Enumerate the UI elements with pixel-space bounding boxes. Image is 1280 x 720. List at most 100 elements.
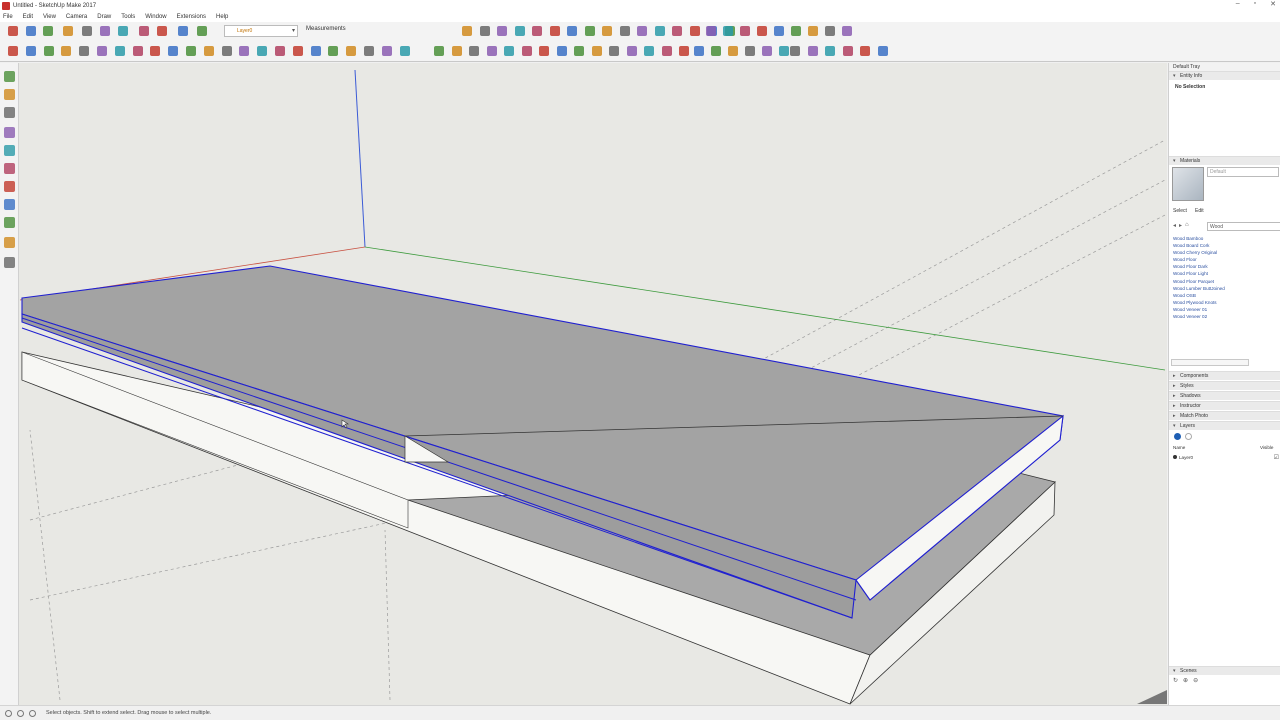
toolbar-tool-icon[interactable]	[100, 26, 110, 36]
toolbar-tool-icon[interactable]	[381, 46, 392, 56]
toolbar-tool-icon[interactable]	[842, 46, 853, 56]
toolbar-tool-icon[interactable]	[275, 46, 285, 56]
forward-icon[interactable]: ▸	[1179, 222, 1182, 230]
toolbar-tool-icon[interactable]	[808, 26, 818, 36]
toolbar-tool-icon[interactable]	[43, 46, 54, 56]
material-item[interactable]: Wood Floor Light	[1173, 270, 1225, 277]
material-item[interactable]: Wood Floor Dark	[1173, 263, 1225, 270]
toolbar-tool-icon[interactable]	[584, 26, 595, 36]
menu-camera[interactable]: Camera	[66, 14, 87, 20]
toolbar-tool-icon[interactable]	[139, 26, 149, 36]
toolbar-tool-icon[interactable]	[221, 46, 232, 56]
material-item[interactable]: Wood Bamboo	[1173, 235, 1225, 242]
toolbar-tool-icon[interactable]	[757, 26, 767, 36]
material-item[interactable]: Wood Lumber ButtJoined	[1173, 285, 1225, 292]
toolbar-tool-icon[interactable]	[791, 26, 801, 36]
toolbar-tool-icon[interactable]	[745, 46, 755, 56]
toolbar-tool-icon[interactable]	[779, 46, 789, 56]
toolbar-tool-icon[interactable]	[521, 46, 532, 56]
toolbar-tool-icon[interactable]	[82, 26, 92, 36]
instructor-header[interactable]: ▸ Instructor	[1169, 401, 1280, 410]
side-tool-icon[interactable]	[4, 237, 15, 248]
toolbar-tool-icon[interactable]	[364, 46, 374, 56]
side-tool-icon[interactable]	[4, 89, 15, 100]
material-item[interactable]: Wood OSB	[1173, 292, 1225, 299]
toolbar-tool-icon[interactable]	[877, 46, 888, 56]
toolbar-tool-icon[interactable]	[689, 26, 700, 36]
toolbar-tool-icon[interactable]	[469, 46, 479, 56]
toolbar-tool-icon[interactable]	[619, 26, 630, 36]
geolocation-icon[interactable]	[5, 709, 12, 717]
toolbar-tool-icon[interactable]	[694, 46, 704, 56]
model-canvas[interactable]	[19, 63, 1167, 705]
toolbar-tool-icon[interactable]	[807, 46, 818, 56]
visible-checkbox-icon[interactable]: ☑	[1274, 454, 1279, 461]
material-item[interactable]: Wood Plywood Knots	[1173, 299, 1225, 306]
toolbar-tool-icon[interactable]	[114, 46, 125, 56]
toolbar-tool-icon[interactable]	[532, 26, 542, 36]
toolbar-tool-icon[interactable]	[150, 46, 161, 56]
toolbar-tool-icon[interactable]	[574, 46, 584, 56]
toolbar-tool-icon[interactable]	[825, 46, 835, 56]
maximize-icon[interactable]: ▫	[1254, 0, 1256, 8]
toolbar-tool-icon[interactable]	[118, 26, 128, 36]
toolbar-tool-icon[interactable]	[178, 26, 188, 36]
match-photo-header[interactable]: ▸ Match Photo	[1169, 411, 1280, 420]
entity-info-header[interactable]: ▾ Entity Info	[1169, 71, 1280, 80]
toolbar-tool-icon[interactable]	[740, 26, 750, 36]
material-item[interactable]: Wood Veneer 02	[1173, 313, 1225, 320]
menu-tools[interactable]: Tools	[121, 14, 135, 20]
toolbar-tool-icon[interactable]	[434, 46, 444, 56]
minimize-icon[interactable]: –	[1236, 0, 1240, 8]
side-tool-icon[interactable]	[4, 199, 15, 210]
toolbar-tool-icon[interactable]	[644, 46, 654, 56]
toolbar-tool-icon[interactable]	[774, 26, 784, 36]
scenes-header[interactable]: ▾ Scenes	[1169, 666, 1280, 675]
refresh-icon[interactable]: ↻	[1173, 677, 1178, 684]
toolbar-tool-icon[interactable]	[43, 26, 53, 36]
side-tool-icon[interactable]	[4, 107, 15, 118]
toolbar-tool-icon[interactable]	[728, 46, 738, 56]
toolbar-tool-icon[interactable]	[399, 46, 410, 56]
toolbar-tool-icon[interactable]	[661, 46, 672, 56]
home-icon[interactable]: ⌂	[1185, 222, 1189, 230]
toolbar-tool-icon[interactable]	[609, 46, 619, 56]
toolbar-tool-icon[interactable]	[842, 26, 852, 36]
remove-layer-icon[interactable]	[1185, 433, 1192, 440]
side-tool-icon[interactable]	[4, 127, 15, 138]
model-viewport[interactable]	[19, 63, 1167, 705]
toolbar-tool-icon[interactable]	[591, 46, 602, 56]
credits-icon[interactable]	[17, 709, 24, 717]
toolbar-tool-icon[interactable]	[26, 26, 36, 36]
back-icon[interactable]: ◂	[1173, 222, 1176, 230]
toolbar-tool-icon[interactable]	[514, 26, 525, 36]
toolbar-tool-icon[interactable]	[79, 46, 90, 56]
add-scene-icon[interactable]: ⊕	[1183, 677, 1188, 684]
materials-search-field[interactable]: Wood	[1207, 222, 1280, 231]
toolbar-tool-icon[interactable]	[602, 26, 612, 36]
toolbar-tool-icon[interactable]	[497, 26, 507, 36]
toolbar-tool-icon[interactable]	[257, 46, 268, 56]
layer-dropdown[interactable]: Layer0	[224, 25, 298, 37]
toolbar-tool-icon[interactable]	[479, 26, 490, 36]
remove-scene-icon[interactable]: ⊖	[1193, 677, 1198, 684]
toolbar-tool-icon[interactable]	[203, 46, 214, 56]
close-icon[interactable]: ✕	[1270, 0, 1276, 8]
side-tool-icon[interactable]	[4, 71, 15, 82]
toolbar-tool-icon[interactable]	[860, 46, 870, 56]
toolbar-tool-icon[interactable]	[157, 26, 167, 36]
toolbar-tool-icon[interactable]	[239, 46, 250, 56]
material-item[interactable]: Wood Cherry Original	[1173, 249, 1225, 256]
toolbar-tool-icon[interactable]	[25, 46, 36, 56]
toolbar-tool-icon[interactable]	[762, 46, 772, 56]
toolbar-tool-icon[interactable]	[63, 26, 73, 36]
toolbar-tool-icon[interactable]	[292, 46, 303, 56]
toolbar-tool-icon[interactable]	[549, 26, 560, 36]
side-tool-icon[interactable]	[4, 145, 15, 156]
toolbar-tool-icon[interactable]	[186, 46, 196, 56]
toolbar-tool-icon[interactable]	[310, 46, 321, 56]
menu-view[interactable]: View	[43, 14, 56, 20]
side-tool-icon[interactable]	[4, 163, 15, 174]
toolbar-tool-icon[interactable]	[556, 46, 567, 56]
styles-header[interactable]: ▸ Styles	[1169, 381, 1280, 390]
